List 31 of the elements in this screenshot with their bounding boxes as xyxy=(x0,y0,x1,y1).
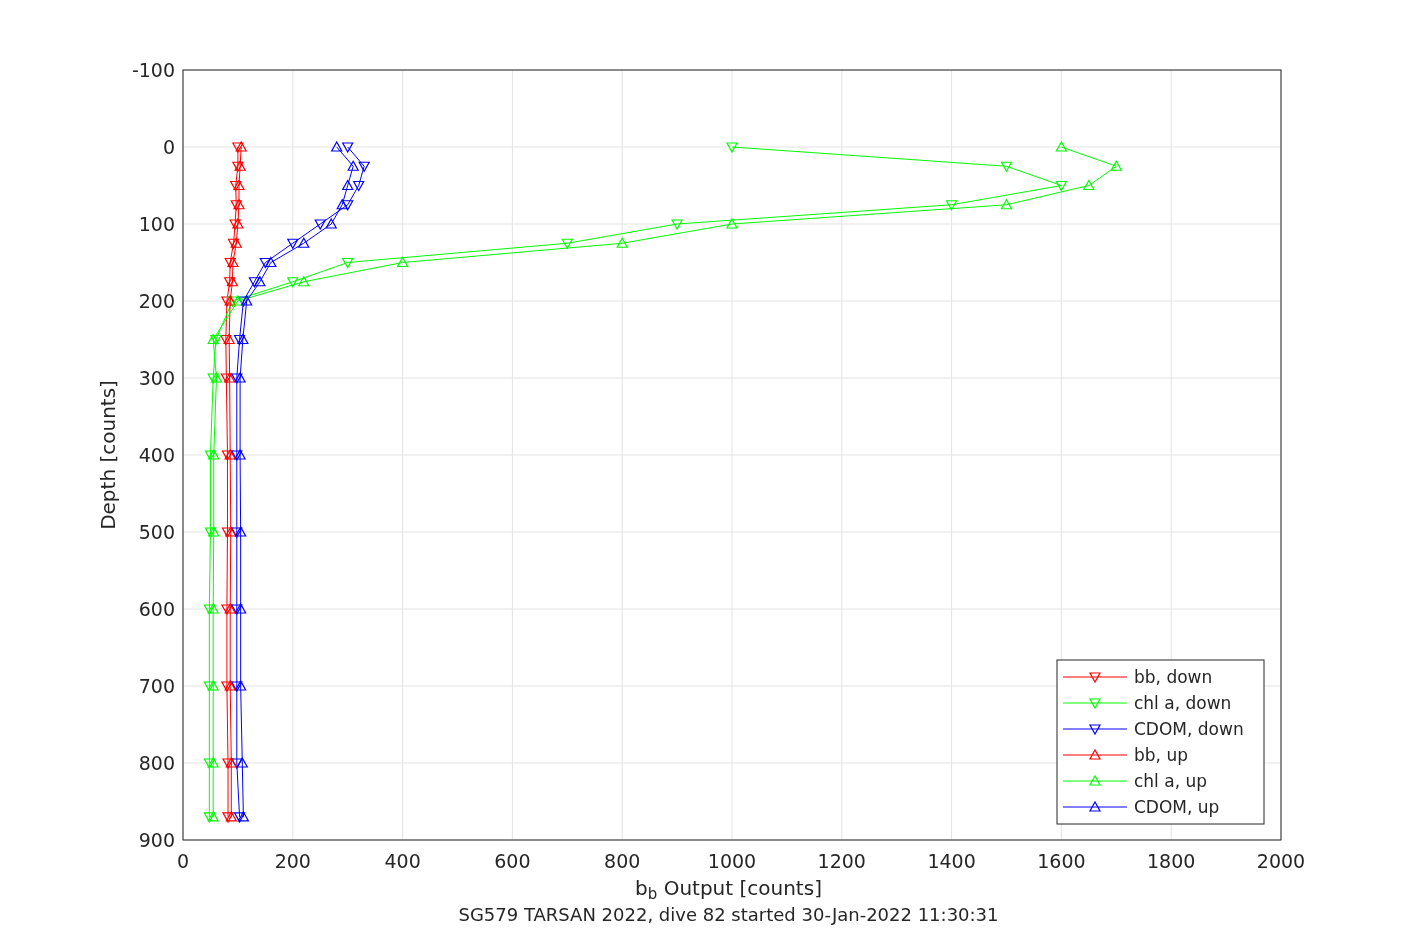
tick-label: 900 xyxy=(138,829,175,851)
tick-label: 2000 xyxy=(1256,850,1306,872)
tick-label: 1000 xyxy=(707,850,757,872)
tick-label: 600 xyxy=(494,850,531,872)
figure-title: SG579 TARSAN 2022, dive 82 started 30-Jan-2022 11:30:31 xyxy=(458,906,999,924)
tick-label: 400 xyxy=(138,444,175,466)
tick-label: 200 xyxy=(274,850,311,872)
legend-label: bb, up xyxy=(1134,745,1188,765)
tick-label: 700 xyxy=(138,675,175,697)
tick-label: 1600 xyxy=(1037,850,1086,872)
tick-label: 1400 xyxy=(927,850,976,872)
legend-label: chl a, up xyxy=(1134,771,1208,791)
tick-label: 800 xyxy=(604,850,641,872)
tick-label: 1800 xyxy=(1147,850,1196,872)
tick-label: 600 xyxy=(138,598,175,620)
tick-label: 0 xyxy=(162,136,175,158)
tick-label: 400 xyxy=(384,850,421,872)
tick-label: 300 xyxy=(138,367,175,389)
legend-label: chl a, down xyxy=(1134,693,1232,713)
tick-label: 500 xyxy=(138,521,175,543)
tick-label: 1200 xyxy=(817,850,866,872)
legend-label: CDOM, down xyxy=(1134,719,1244,739)
tick-label: 100 xyxy=(138,213,175,235)
legend-label: CDOM, up xyxy=(1134,797,1220,817)
tick-label: 200 xyxy=(138,290,175,312)
tick-label: 800 xyxy=(138,752,175,774)
axis-label: b$_{b}$ Output [counts] xyxy=(635,878,822,898)
axis-label: Depth [counts] xyxy=(96,380,120,530)
tick-label: 0 xyxy=(176,850,190,872)
legend-label: bb, down xyxy=(1134,667,1213,687)
tick-label: -100 xyxy=(131,59,175,81)
